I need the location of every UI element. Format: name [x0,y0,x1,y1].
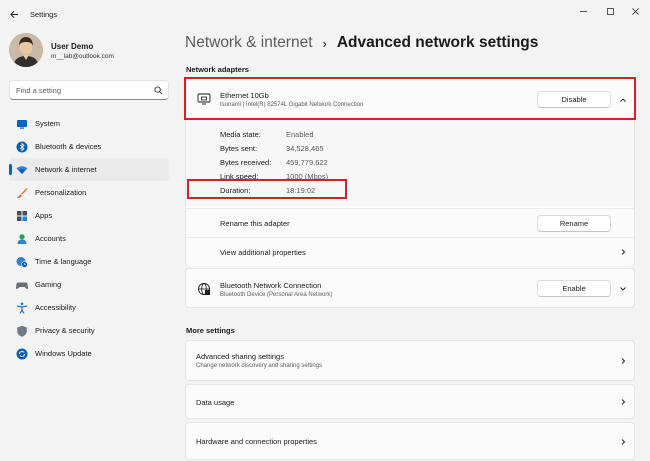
chevron-right-icon [618,437,628,447]
breadcrumb-separator: › [322,35,327,51]
detail-key: Bytes sent: [220,144,258,153]
highlight-box-ethernet-header [184,77,636,120]
sidebar-item-label: Privacy & security [35,326,95,335]
chevron-right-icon [618,397,628,407]
sidebar-item-label: Time & language [35,257,92,266]
detail-key: Media state: [220,130,261,139]
globe-clock-icon [16,256,28,268]
search-icon[interactable] [154,86,163,95]
sidebar-item-personalization[interactable]: Personalization [9,181,169,204]
user-name: User Demo [51,42,94,51]
close-icon [631,7,639,15]
data-usage-row[interactable]: Data usage [185,384,635,419]
back-button[interactable] [6,6,22,22]
view-additional-properties-label: View additional properties [220,248,306,257]
data-usage-title: Data usage [196,398,235,407]
maximize-button[interactable] [599,4,621,18]
sidebar-item-label: System [35,119,61,128]
hardware-connection-properties-title: Hardware and connection properties [196,437,317,446]
maximize-icon [606,7,614,15]
bluetooth-adapter-description: Bluetooth Device (Personal Area Network) [220,292,333,298]
minimize-button[interactable] [572,4,594,18]
view-additional-properties-row[interactable]: View additional properties [186,237,634,266]
bluetooth-adapter-name: Bluetooth Network Connection [220,281,322,290]
brush-icon [16,187,28,199]
hardware-connection-properties-row[interactable]: Hardware and connection properties [185,422,635,460]
enable-button[interactable]: Enable [537,280,611,297]
accessibility-icon [16,302,28,314]
sidebar-item-label: Network & internet [35,165,97,174]
search-input[interactable] [16,84,146,97]
sidebar-item-label: Gaming [35,280,62,289]
wifi-icon [16,164,28,176]
page-title: Advanced network settings [336,34,539,51]
highlight-box-duration [187,179,347,199]
detail-row: Bytes sent: 34,528,465 [220,144,420,156]
sidebar-item-label: Accounts [35,234,66,243]
detail-value: 459,779,622 [286,158,328,167]
sidebar-item-apps[interactable]: Apps [9,204,169,227]
advanced-sharing-settings-title: Advanced sharing settings [196,352,284,361]
search-box [9,80,169,100]
sidebar-item-network[interactable]: Network & internet [9,158,169,181]
rename-adapter-label: Rename this adapter [220,219,290,228]
bluetooth-icon [16,141,28,153]
detail-value: Enabled [286,130,314,139]
chevron-right-icon [618,247,628,257]
detail-key: Bytes received: [220,158,272,167]
user-email: m__lab@outlook.com [51,53,114,60]
sidebar-item-privacy[interactable]: Privacy & security [9,319,169,342]
avatar [9,33,43,67]
sidebar-item-accessibility[interactable]: Accessibility [9,296,169,319]
gamepad-icon [16,279,28,291]
chevron-down-icon[interactable] [618,284,628,294]
user-avatar-icon [9,33,43,67]
apps-icon [16,210,28,222]
sidebar-item-gaming[interactable]: Gaming [9,273,169,296]
window-title: Settings [30,10,58,19]
person-icon [16,233,28,245]
detail-row: Media state: Enabled [220,130,420,142]
rename-adapter-row: Rename this adapter Rename [186,208,634,237]
sidebar-item-system[interactable]: System [9,112,169,135]
advanced-sharing-settings-subtitle: Change network discovery and sharing set… [196,363,323,369]
rename-button[interactable]: Rename [537,215,611,232]
sidebar-item-label: Apps [35,211,53,220]
globe-network-icon [198,283,210,295]
user-profile[interactable]: User Demo m__lab@outlook.com [9,33,169,69]
section-title-network-adapters: Network adapters [186,65,249,74]
back-arrow-icon [9,10,18,18]
monitor-icon [16,118,28,130]
sidebar-item-windows-update[interactable]: Windows Update [9,342,169,365]
sidebar-item-label: Personalization [35,188,87,197]
sidebar-item-bluetooth[interactable]: Bluetooth & devices [9,135,169,158]
chevron-right-icon [618,356,628,366]
sidebar-item-time-language[interactable]: Time & language [9,250,169,273]
advanced-sharing-settings-row[interactable]: Advanced sharing settings Change network… [185,340,635,381]
sidebar-item-label: Accessibility [35,303,76,312]
sidebar-item-accounts[interactable]: Accounts [9,227,169,250]
section-title-more-settings: More settings [186,326,235,335]
breadcrumb-parent[interactable]: Network & internet [185,34,313,52]
bluetooth-adapter-card[interactable]: Bluetooth Network Connection Bluetooth D… [185,268,635,308]
title-bar: Settings [0,0,650,28]
minimize-icon [579,10,587,12]
sidebar-nav: System Bluetooth & devices Network & int… [9,112,169,365]
detail-value: 34,528,465 [286,144,324,153]
close-button[interactable] [624,4,646,18]
detail-row: Bytes received: 459,779,622 [220,158,420,170]
sidebar-item-label: Bluetooth & devices [35,142,102,151]
breadcrumb: Network & internet › Advanced network se… [185,34,538,52]
shield-icon [16,325,28,337]
sidebar-item-label: Windows Update [35,349,92,358]
update-icon [16,348,28,360]
